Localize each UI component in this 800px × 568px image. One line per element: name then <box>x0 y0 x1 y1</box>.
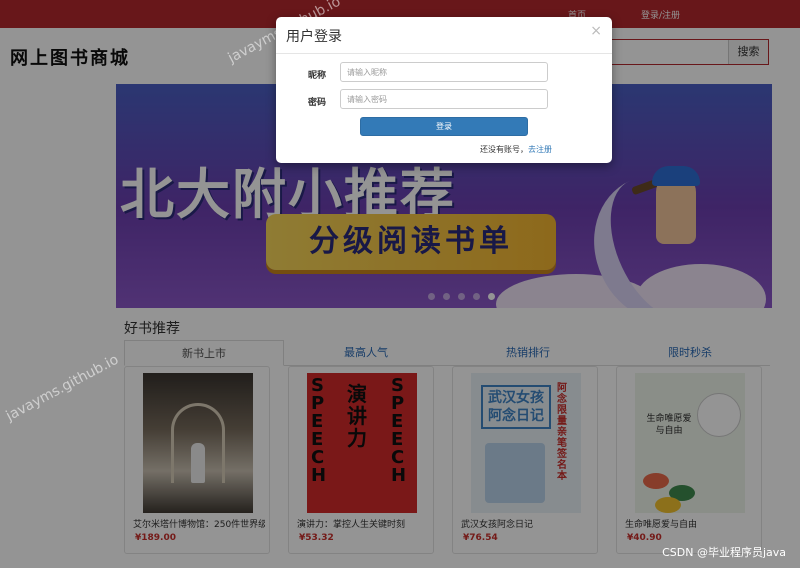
password-label: 密码 <box>307 98 326 108</box>
nickname-label: 昵称 <box>307 71 326 81</box>
register-link[interactable]: 去注册 <box>528 145 552 154</box>
password-input[interactable] <box>340 89 548 109</box>
nickname-input[interactable] <box>340 62 548 82</box>
modal-header: 用户登录 × <box>276 17 612 54</box>
register-hint-text: 还没有账号， <box>480 145 528 154</box>
close-icon[interactable]: × <box>590 23 602 39</box>
login-modal: 用户登录 × 昵称 密码 登录 还没有账号，去注册 <box>276 17 612 163</box>
register-hint: 还没有账号，去注册 <box>480 144 552 155</box>
modal-title: 用户登录 <box>286 29 342 45</box>
login-button[interactable]: 登录 <box>360 117 528 136</box>
csdn-watermark: CSDN @毕业程序员java <box>662 546 786 559</box>
